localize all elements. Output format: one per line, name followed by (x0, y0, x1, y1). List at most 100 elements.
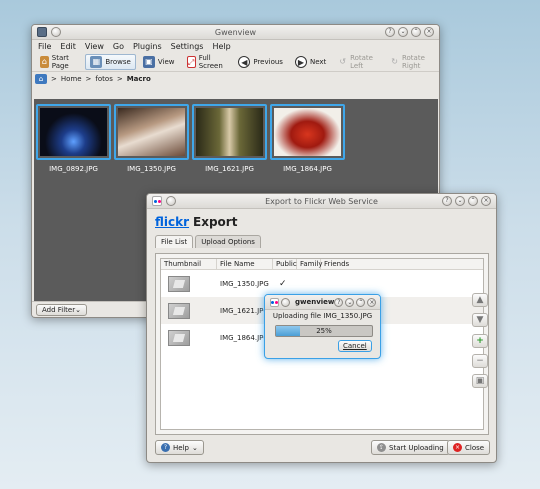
file-thumbnail (168, 275, 190, 292)
full-screen-label: Full Screen (198, 53, 223, 70)
flickr-app-icon[interactable] (152, 196, 162, 206)
rotate-right-button[interactable]: ↻ Rotate Right (385, 54, 439, 70)
col-public[interactable]: Public (273, 259, 297, 269)
gas-flame-photo (40, 108, 107, 156)
thumbnail-label: IMG_0892.JPG (49, 165, 98, 173)
browse-button[interactable]: ▦ Browse (85, 53, 136, 70)
metal-plate-photo (118, 108, 185, 156)
list-header: Thumbnail File Name Public Family Friend… (161, 259, 483, 270)
help-icon: ? (161, 443, 170, 452)
tab-upload-options[interactable]: Upload Options (195, 235, 261, 248)
start-uploading-label: Start Uploading (389, 443, 444, 452)
close-button[interactable]: × Close (447, 440, 491, 455)
next-button[interactable]: ▶ Next (290, 54, 331, 70)
upload-progress-bar: 25% (275, 325, 373, 337)
minimize-icon[interactable]: ⌄ (345, 297, 355, 307)
maximize-icon[interactable]: ⌃ (468, 196, 478, 206)
breadcrumb: ⌂ > Home > fotos > Macro (32, 72, 439, 86)
image-properties-button[interactable]: ▣ (472, 374, 488, 388)
file-name: IMG_1350.JPG (220, 279, 269, 288)
flickr-logo[interactable]: flickr (155, 215, 189, 229)
tab-file-list[interactable]: File List (155, 235, 194, 248)
view-icon: ▣ (142, 55, 155, 68)
remove-photo-button[interactable]: − (472, 354, 488, 368)
breadcrumb-home[interactable]: Home (61, 75, 82, 83)
window-menu-icon[interactable] (51, 27, 61, 37)
breadcrumb-separator: > (116, 75, 123, 83)
places-icon[interactable]: ⌂ (35, 74, 47, 84)
flickr-app-icon[interactable] (270, 297, 279, 307)
col-friends[interactable]: Friends (321, 259, 351, 269)
menu-edit[interactable]: Edit (60, 42, 76, 51)
upload-icon: ⇪ (377, 443, 386, 452)
close-icon[interactable]: × (367, 297, 377, 307)
window-title: Gwenview (214, 27, 257, 37)
help-label: Help (173, 443, 189, 452)
thumbnail-label: IMG_1350.JPG (127, 165, 176, 173)
col-file-name[interactable]: File Name (217, 259, 273, 269)
list-item[interactable]: IMG_1350.JPG ✓ (161, 270, 483, 297)
col-family[interactable]: Family (297, 259, 323, 269)
menu-view[interactable]: View (85, 42, 104, 51)
help-icon[interactable]: ? (334, 297, 344, 307)
start-page-button[interactable]: ⌂ Start Page (35, 54, 83, 70)
close-icon[interactable]: × (481, 196, 491, 206)
progress-percent: 25% (316, 327, 332, 335)
menu-file[interactable]: File (38, 42, 51, 51)
export-titlebar[interactable]: Export to Flickr Web Service ? ⌄ ⌃ × (147, 194, 496, 209)
add-photo-button[interactable]: + (472, 334, 488, 348)
main-toolbar: ⌂ Start Page ▦ Browse ▣ View ⤢ Full Scre… (32, 52, 439, 72)
gwenview-titlebar[interactable]: Gwenview ? ⌄ ⌃ × (32, 25, 439, 40)
help-icon[interactable]: ? (442, 196, 452, 206)
file-thumbnail (168, 329, 190, 346)
rotate-left-icon: ↺ (339, 56, 347, 66)
help-button[interactable]: ? Help ⌄ (155, 440, 204, 455)
menu-plugins[interactable]: Plugins (133, 42, 162, 51)
help-icon[interactable]: ? (385, 27, 395, 37)
menubar: File Edit View Go Plugins Settings Help (32, 40, 439, 52)
close-label: Close (465, 443, 485, 452)
maximize-icon[interactable]: ⌃ (411, 27, 421, 37)
add-filter-label: Add Filter (42, 305, 76, 314)
window-menu-icon[interactable] (166, 196, 176, 206)
thumbnail-label: IMG_1864.JPG (283, 165, 332, 173)
progress-titlebar[interactable]: gwenview ? ⌄ ⌃ × (265, 295, 380, 310)
start-uploading-button[interactable]: ⇪ Start Uploading (371, 440, 450, 455)
view-label: View (157, 57, 175, 66)
thumbnail-item[interactable] (36, 104, 111, 160)
minimize-icon[interactable]: ⌄ (455, 196, 465, 206)
minimize-icon[interactable]: ⌄ (398, 27, 408, 37)
menu-settings[interactable]: Settings (171, 42, 204, 51)
public-checkbox[interactable]: ✓ (273, 279, 297, 289)
dropdown-icon: ⌄ (75, 305, 81, 314)
thumbnail-item[interactable] (192, 104, 267, 160)
maximize-icon[interactable]: ⌃ (356, 297, 366, 307)
upload-progress-dialog: gwenview ? ⌄ ⌃ × Uploading file IMG_1350… (264, 294, 381, 359)
view-button[interactable]: ▣ View (138, 54, 180, 70)
thumbnail-label: IMG_1621.JPG (205, 165, 254, 173)
breadcrumb-fotos[interactable]: fotos (95, 75, 112, 83)
rotate-right-icon: ↻ (391, 56, 398, 66)
menu-go[interactable]: Go (113, 42, 124, 51)
browse-label: Browse (105, 57, 131, 66)
rotate-left-button[interactable]: ↺ Rotate Left (333, 54, 383, 70)
breadcrumb-macro[interactable]: Macro (127, 75, 151, 83)
breadcrumb-separator: > (51, 75, 57, 83)
window-menu-icon[interactable] (281, 297, 290, 307)
col-thumbnail[interactable]: Thumbnail (161, 259, 217, 269)
next-icon: ▶ (294, 55, 307, 68)
move-down-button[interactable]: ▼ (472, 313, 488, 327)
previous-button[interactable]: ◀ Previous (233, 54, 288, 70)
move-up-button[interactable]: ▲ (472, 293, 488, 307)
thumbnail-item[interactable] (270, 104, 345, 160)
full-screen-button[interactable]: ⤢ Full Screen (182, 54, 232, 70)
close-icon[interactable]: × (424, 27, 434, 37)
export-heading: flickr Export (147, 209, 496, 229)
dropdown-icon: ⌄ (191, 443, 198, 452)
app-icon[interactable] (37, 27, 47, 37)
add-filter-button[interactable]: Add Filter⌄ (36, 303, 87, 316)
thumbnail-item[interactable] (114, 104, 189, 160)
menu-help[interactable]: Help (212, 42, 230, 51)
cancel-button[interactable]: Cancel (338, 340, 372, 352)
export-tabs: File List Upload Options (147, 235, 496, 248)
